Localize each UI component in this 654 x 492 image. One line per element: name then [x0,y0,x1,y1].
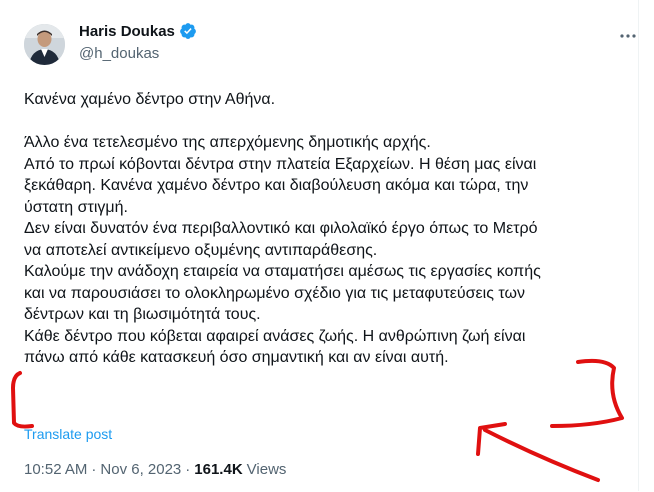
more-options-icon[interactable] [618,26,638,46]
tweet-line: και να παρουσιάσει το ολοκληρωμένο σχέδι… [24,284,525,302]
tweet-line: Καλούμε την ανάδοχη εταιρεία να σταματήσ… [24,263,541,280]
tweet-line: ξεκάθαρη. Κανένα χαμένο δέντρο και διαβο… [24,177,529,194]
views-label: Views [246,461,287,478]
tweet-date[interactable]: Nov 6, 2023 [100,461,181,478]
tweet-line: Κάθε δέντρο που κόβεται αφαιρεί ανάσες ζ… [24,327,526,345]
tweet-time[interactable]: 10:52 AM [24,461,87,478]
author-handle[interactable]: @h_doukas [79,45,159,62]
author-name-row: Haris Doukas [79,22,197,40]
translate-post-link[interactable]: Translate post [24,426,112,442]
tweet-line: Από το πρωί κόβονται δέντρα στην πλατεία… [24,155,537,173]
tweet-line: Άλλο ένα τετελεσμένο της απερχόμενης δημ… [24,134,431,151]
tweet-line: ύστατη στιγμή. [24,198,128,216]
avatar-image [24,24,65,65]
tweet-line: να αποτελεί αντικείμενο οξυμένης αντιπαρ… [24,241,378,259]
tweet-line: Κανένα χαμένο δέντρο στην Αθήνα. [24,91,276,108]
tweet-meta: 10:52 AM · Nov 6, 2023 · 161.4K Views [24,461,286,478]
tweet-card: Haris Doukas @h_doukas Κανένα χαμένο δέν… [0,0,639,491]
meta-separator: · [185,461,191,478]
views-count: 161.4K [194,461,243,478]
avatar[interactable] [24,24,65,65]
author-display-name[interactable]: Haris Doukas [79,23,175,40]
tweet-text: Κανένα χαμένο δέντρο στην Αθήνα. Άλλο έν… [24,89,630,369]
tweet-blank-line [24,111,630,133]
verified-badge-icon [179,22,197,40]
tweet-line: δέντρων και τη βιωσιμότητά τους. [24,306,261,323]
tweet-line: Δεν είναι δυνατόν ένα περιβαλλοντικό και… [24,220,538,237]
tweet-line: πάνω από κάθε κατασκευή όσο σημαντική κα… [24,349,449,366]
meta-separator: · [91,461,97,478]
